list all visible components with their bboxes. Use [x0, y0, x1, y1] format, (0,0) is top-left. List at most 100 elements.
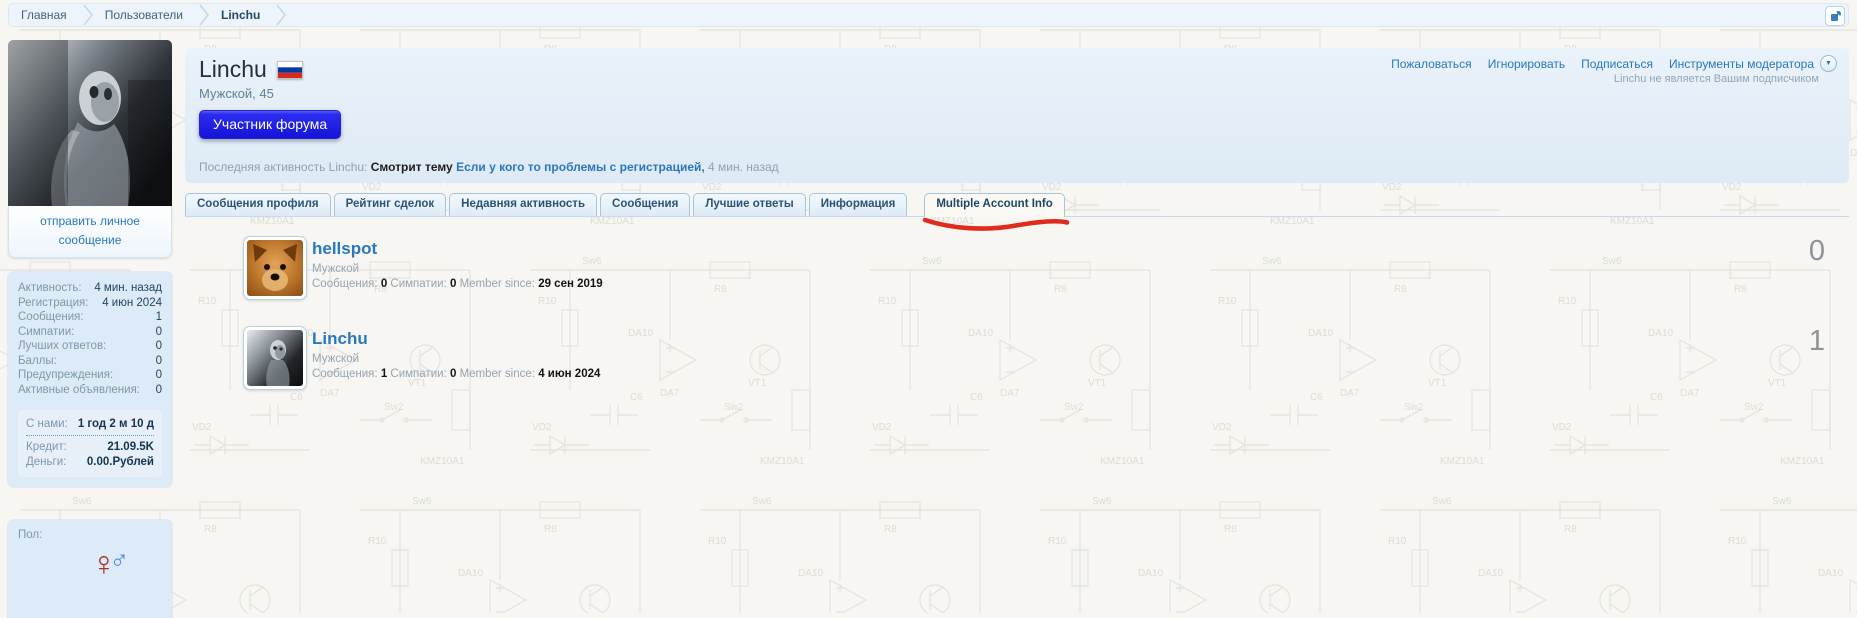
- extra-value: 0.00.Рублей: [86, 456, 154, 469]
- extra-value: 1 год 2 м 10 д: [77, 418, 154, 431]
- stat-label: Активность:: [18, 282, 82, 295]
- member-stats-line: Сообщения: 0 Симпатии: 0 Member since: 2…: [312, 278, 1849, 290]
- profile-stats-panel: Активность: 4 мин. назад Регистрация: 4 …: [8, 272, 172, 488]
- stat-label: Симпатии:: [18, 325, 75, 338]
- stat-label: Баллы:: [18, 354, 57, 367]
- tab-messages[interactable]: Сообщения: [600, 193, 691, 216]
- member-row-linchu: Linchu Мужской Сообщения: 1 Симпатии: 0 …: [185, 323, 1849, 413]
- stat-row-activity: Активность: 4 мин. назад: [18, 281, 162, 296]
- messages-count: 0: [380, 278, 388, 290]
- hellspot-avatar[interactable]: [243, 236, 307, 300]
- last-activity-time: 4 мин. назад: [708, 160, 779, 174]
- profile-action-links: Пожаловаться Игнорировать Подписаться Ин…: [1391, 55, 1837, 72]
- extra-label: Кредит:: [26, 441, 67, 454]
- red-underline-annotation: [923, 217, 1070, 231]
- profile-main: Linchu Мужской, 45 Участник форума После…: [185, 48, 1849, 413]
- likes-label: Симпатии:: [390, 368, 447, 380]
- member-gender: Мужской: [312, 263, 360, 275]
- tab-information[interactable]: Информация: [808, 193, 908, 216]
- likes-label: Симпатии:: [390, 278, 447, 290]
- stat-row-active-ads: Активные объявления: 0: [18, 383, 162, 398]
- stat-row-messages: Сообщения: 1: [18, 310, 162, 325]
- tab-recent-activity[interactable]: Недавняя активность: [449, 193, 598, 216]
- profile-gender-age: Мужской, 45: [199, 86, 274, 101]
- member-since-label: Member since:: [459, 278, 535, 290]
- stat-value: 4 июн 2024: [102, 296, 162, 309]
- chevron-right-icon: [83, 4, 93, 26]
- subscribe-link[interactable]: Подписаться: [1581, 57, 1653, 71]
- messages-count: 1: [380, 368, 388, 380]
- stat-value[interactable]: 0: [156, 325, 162, 340]
- tab-trade-rating[interactable]: Рейтинг сделок: [333, 193, 447, 216]
- chevron-right-icon: [199, 4, 209, 26]
- last-activity-prefix: Последняя активность Linchu:: [199, 160, 368, 174]
- extra-row-with-us: С нами: 1 год 2 м 10 д: [26, 417, 154, 437]
- stat-value: 0: [155, 340, 162, 353]
- likes-count: 0: [449, 278, 457, 290]
- stat-row-likes: Симпатии: 0: [18, 325, 162, 340]
- stat-value[interactable]: 0: [156, 354, 162, 369]
- member-big-count: 0: [1808, 235, 1825, 267]
- moderator-tools-link[interactable]: Инструменты модератора: [1669, 57, 1814, 71]
- stat-label: Активные объявления:: [18, 383, 141, 396]
- stat-row-registration: Регистрация: 4 июн 2024: [18, 296, 162, 311]
- extra-row-money: Деньги: 0.00.Рублей: [26, 455, 154, 470]
- report-link[interactable]: Пожаловаться: [1391, 57, 1472, 71]
- gender-label: Пол:: [18, 529, 43, 542]
- profile-username: Linchu: [199, 56, 267, 82]
- extra-label: С нами:: [26, 418, 68, 431]
- profile-tabs: Сообщения профиля Рейтинг сделок Недавня…: [185, 190, 1849, 231]
- extra-row-credit: Кредит: 21.09.5K: [26, 440, 154, 455]
- last-activity-thread-link[interactable]: Если у кого то проблемы с регистрацией,: [456, 160, 705, 174]
- profile-avatar[interactable]: [8, 40, 172, 206]
- last-activity-line: Последняя активность Linchu: Смотрит тем…: [199, 160, 779, 174]
- tab-best-answers[interactable]: Лучшие ответы: [693, 193, 806, 216]
- tab-multiple-account-info[interactable]: Multiple Account Info: [923, 193, 1070, 231]
- subscriber-note: Linchu не является Вашим подписчиком: [1613, 73, 1819, 85]
- stat-value: 0: [155, 369, 162, 382]
- stat-value[interactable]: 1: [156, 310, 162, 325]
- breadcrumb-home[interactable]: Главная: [9, 4, 83, 26]
- stat-value: 0: [155, 383, 162, 396]
- breadcrumb: Главная Пользователи Linchu: [8, 3, 1849, 27]
- ignore-link[interactable]: Игнорировать: [1488, 57, 1565, 71]
- share-page-button[interactable]: [1825, 6, 1845, 26]
- likes-count: 0: [449, 368, 457, 380]
- multiple-account-list: hellspot Мужской Сообщения: 0 Симпатии: …: [185, 233, 1849, 413]
- stat-row-points: Баллы: 0: [18, 354, 162, 369]
- moderator-tools-dropdown-button[interactable]: ▼: [1820, 55, 1837, 72]
- chevron-down-icon: ▼: [1825, 60, 1832, 67]
- linchu-avatar[interactable]: [243, 326, 307, 390]
- send-private-message-link[interactable]: отправить личное сообщение: [8, 206, 172, 259]
- messages-label: Сообщения:: [312, 278, 378, 290]
- member-name-link[interactable]: Linchu: [312, 329, 368, 349]
- chevron-right-icon: [276, 4, 287, 26]
- member-since-value: 4 июн 2024: [538, 368, 601, 380]
- member-gender: Мужской: [312, 353, 360, 365]
- stat-label: Сообщения:: [18, 311, 84, 324]
- extra-label: Деньги:: [26, 456, 67, 469]
- profile-sidebar: отправить личное сообщение Активность: 4…: [8, 40, 172, 618]
- russian-flag-icon: [276, 60, 303, 79]
- stat-row-warnings: Предупреждения: 0: [18, 368, 162, 383]
- male-icon: ♂: [109, 544, 130, 575]
- stat-label: Регистрация:: [18, 296, 89, 309]
- breadcrumb-current-linchu[interactable]: Linchu: [209, 4, 276, 26]
- gender-panel: Пол: ♀♂: [8, 520, 172, 618]
- tab-label: Multiple Account Info: [936, 198, 1053, 210]
- member-stats-line: Сообщения: 1 Симпатии: 0 Member since: 4…: [312, 368, 1849, 380]
- stat-label: Лучших ответов:: [18, 340, 107, 353]
- member-since-label: Member since:: [459, 368, 535, 380]
- stat-value: 4 мин. назад: [94, 282, 162, 295]
- stat-row-best-answers: Лучших ответов: 0: [18, 339, 162, 354]
- stat-label: Предупреждения:: [18, 369, 114, 382]
- membership-finance-box: С нами: 1 год 2 м 10 д Кредит: 21.09.5K …: [18, 410, 162, 478]
- tab-profile-posts[interactable]: Сообщения профиля: [185, 193, 331, 216]
- dog-avatar-art: [253, 244, 297, 291]
- role-badge-button[interactable]: Участник форума: [199, 110, 342, 139]
- member-row-hellspot: hellspot Мужской Сообщения: 0 Симпатии: …: [185, 233, 1849, 323]
- member-name-link[interactable]: hellspot: [312, 239, 377, 259]
- silver-surfer-avatar-art: [266, 340, 290, 386]
- messages-label: Сообщения:: [312, 368, 378, 380]
- breadcrumb-users[interactable]: Пользователи: [93, 4, 199, 26]
